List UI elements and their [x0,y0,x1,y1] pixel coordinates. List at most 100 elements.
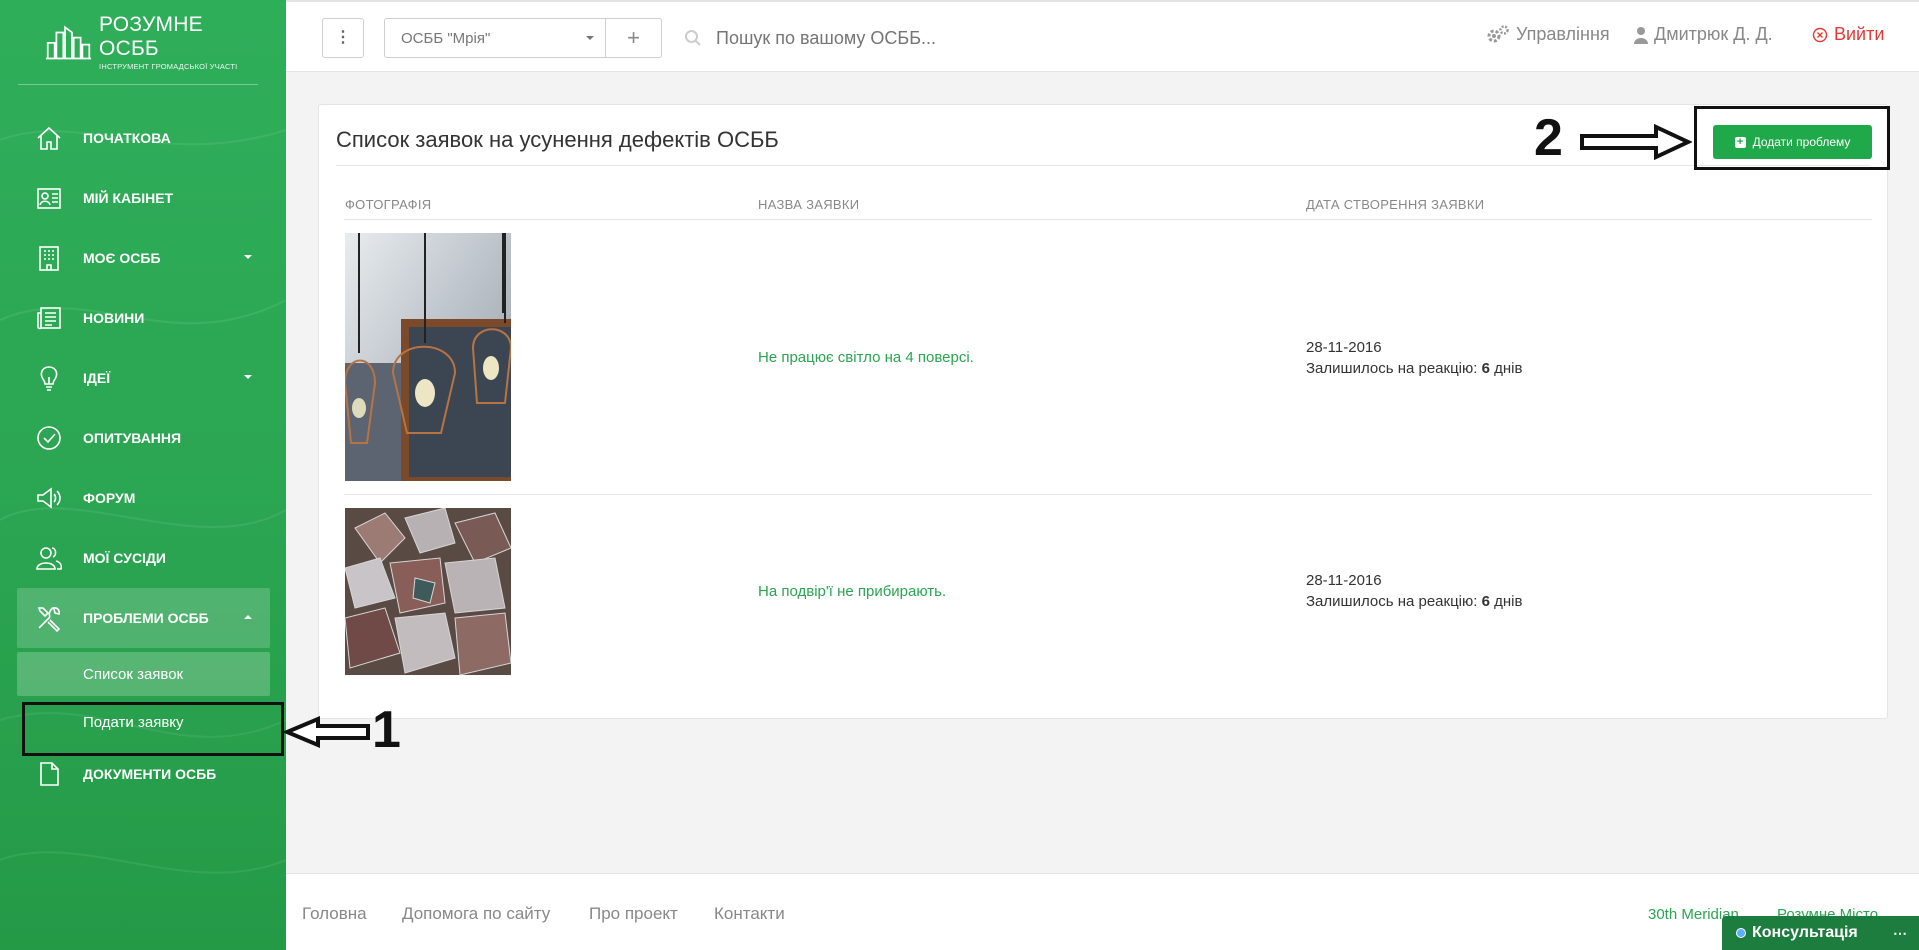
arrow-left-icon [284,716,370,748]
sidebar-item-label: ДОКУМЕНТИ ОСББ [83,766,217,782]
request-title-link[interactable]: На подвір'ї не прибирають. [758,583,946,600]
sidebar-item-polls[interactable]: ОПИТУВАННЯ [17,408,270,468]
sidebar-item-cabinet[interactable]: МІЙ КАБІНЕТ [17,168,270,228]
search-bar [684,18,1184,58]
sidebar-item-neighbors[interactable]: МОЇ СУСІДИ [17,528,270,588]
sidebar-item-label: МОЄ ОСББ [83,250,161,266]
logo[interactable]: РОЗУМНЕ ОСББ ІНСТРУМЕНТ ГРОМАДСЬКОЇ УЧАС… [46,13,246,71]
sidebar-item-ideas[interactable]: ІДЕЇ [17,348,270,408]
more-dots-icon[interactable]: ⋯ [1893,925,1907,942]
arrow-right-icon [1580,124,1692,160]
divider [344,219,1872,220]
logo-title: РОЗУМНЕ ОСББ [99,13,203,60]
request-title-link[interactable]: Не працює світло на 4 поверсі. [758,349,974,366]
sidebar-subitem-request-list[interactable]: Список заявок [17,652,270,696]
remaining-label: Залишилось на реакцію: [1306,360,1478,377]
sidebar-item-label: НОВИНИ [83,310,145,326]
footer-link-about[interactable]: Про проект [589,904,678,924]
days-word: днів [1494,593,1523,610]
footer: Головна Допомога по сайту Про проект Кон… [286,873,1919,950]
request-created-date: 28-11-2016 [1306,572,1382,589]
gears-icon [1486,24,1510,45]
remaining-label: Залишилось на реакцію: [1306,593,1478,610]
remaining-days: 6 [1481,360,1490,377]
logout-circle-x-icon [1812,27,1828,43]
sidebar-subitem-label: Список заявок [83,665,184,683]
request-remaining: Залишилось на реакцію: 6 днів [1306,591,1522,612]
annotation-box-1 [22,702,284,756]
chevron-down-icon[interactable] [575,36,605,40]
check-circle-icon [34,423,64,453]
newspaper-icon [34,303,64,333]
remaining-days: 6 [1481,593,1490,610]
annotation-number-1: 1 [372,701,401,759]
request-date: 28-11-2016 Залишилось на реакцію: 6 днів [1306,570,1522,612]
request-remaining: Залишилось на реакцію: 6 днів [1306,358,1522,379]
sidebar-item-label: ОПИТУВАННЯ [83,430,182,446]
plus-icon: + [627,25,640,50]
osbb-select[interactable]: ОСББ "Мрія" + [384,18,662,58]
top-header: ⋮ ОСББ "Мрія" + Управління Дмитрюк Д. Д.… [286,0,1919,72]
sidebar-item-label: ІДЕЇ [83,370,111,386]
sidebar: РОЗУМНЕ ОСББ ІНСТРУМЕНТ ГРОМАДСЬКОЇ УЧАС… [0,0,286,950]
request-photo-leaves[interactable] [345,508,511,675]
sidebar-item-label: ПОЧАТКОВА [83,130,171,146]
osbb-select-value: ОСББ "Мрія" [401,29,491,47]
annotation-box-2 [1694,106,1890,170]
footer-link-home[interactable]: Головна [302,904,367,924]
footer-link-help[interactable]: Допомога по сайту [402,904,550,924]
building-icon [34,243,64,273]
add-osbb-button[interactable]: + [605,19,661,57]
sidebar-nav: ПОЧАТКОВА МІЙ КАБІНЕТ МОЄ ОСББ НОВИНИ ІД… [17,108,270,804]
footer-link-contacts[interactable]: Контакти [714,904,785,924]
document-icon [34,759,64,789]
chevron-down-icon [244,375,252,379]
sidebar-item-forum[interactable]: ФОРУМ [17,468,270,528]
manage-link[interactable]: Управління [1486,24,1610,45]
search-icon [685,30,701,46]
request-created-date: 28-11-2016 [1306,339,1382,356]
vertical-dots-icon: ⋮ [335,29,351,46]
sidebar-item-home[interactable]: ПОЧАТКОВА [17,108,270,168]
sidebar-item-news[interactable]: НОВИНИ [17,288,270,348]
user-icon [1634,26,1648,44]
consultation-chat-button[interactable]: Консультація ⋯ [1722,916,1919,950]
consultation-label: Консультація [1752,924,1858,941]
more-menu-button[interactable]: ⋮ [322,18,364,58]
lightbulb-icon [34,363,64,393]
column-header-name: НАЗВА ЗАЯВКИ [758,197,860,212]
column-header-date: ДАТА СТВОРЕННЯ ЗАЯВКИ [1306,197,1485,212]
status-dot-icon [1736,928,1746,938]
divider [336,165,1870,166]
user-name: Дмитрюк Д. Д. [1654,24,1773,44]
sidebar-item-label: ПРОБЛЕМИ ОСББ [83,610,209,626]
request-date: 28-11-2016 Залишилось на реакцію: 6 днів [1306,337,1522,379]
logo-subtitle: ІНСТРУМЕНТ ГРОМАДСЬКОЇ УЧАСТІ [99,62,238,71]
sidebar-item-label: ФОРУМ [83,490,136,506]
manage-label: Управління [1516,24,1610,44]
logout-link[interactable]: Вийти [1812,24,1884,45]
neighbors-icon [34,543,64,573]
days-word: днів [1494,360,1523,377]
user-profile-link[interactable]: Дмитрюк Д. Д. [1634,24,1773,45]
profile-card-icon [34,183,64,213]
request-photo-lamps[interactable] [345,233,511,481]
megaphone-icon [34,483,64,513]
home-icon [34,123,64,153]
sidebar-item-my-osbb[interactable]: МОЄ ОСББ [17,228,270,288]
sidebar-item-label: МОЇ СУСІДИ [83,550,166,566]
page-title: Список заявок на усунення дефектів ОСББ [336,127,779,152]
requests-panel: Список заявок на усунення дефектів ОСББ … [318,104,1888,719]
divider [18,84,258,85]
tools-icon [34,603,64,633]
sidebar-item-problems[interactable]: ПРОБЛЕМИ ОСББ [17,588,270,648]
chevron-up-icon [244,615,252,619]
divider [344,494,1872,495]
chevron-down-icon [244,255,252,259]
search-input[interactable] [716,27,1116,49]
column-header-photo: ФОТОГРАФІЯ [345,197,432,212]
logout-label: Вийти [1834,24,1885,44]
city-logo-icon [46,25,92,60]
sidebar-item-label: МІЙ КАБІНЕТ [83,190,174,206]
annotation-number-2: 2 [1534,109,1563,167]
